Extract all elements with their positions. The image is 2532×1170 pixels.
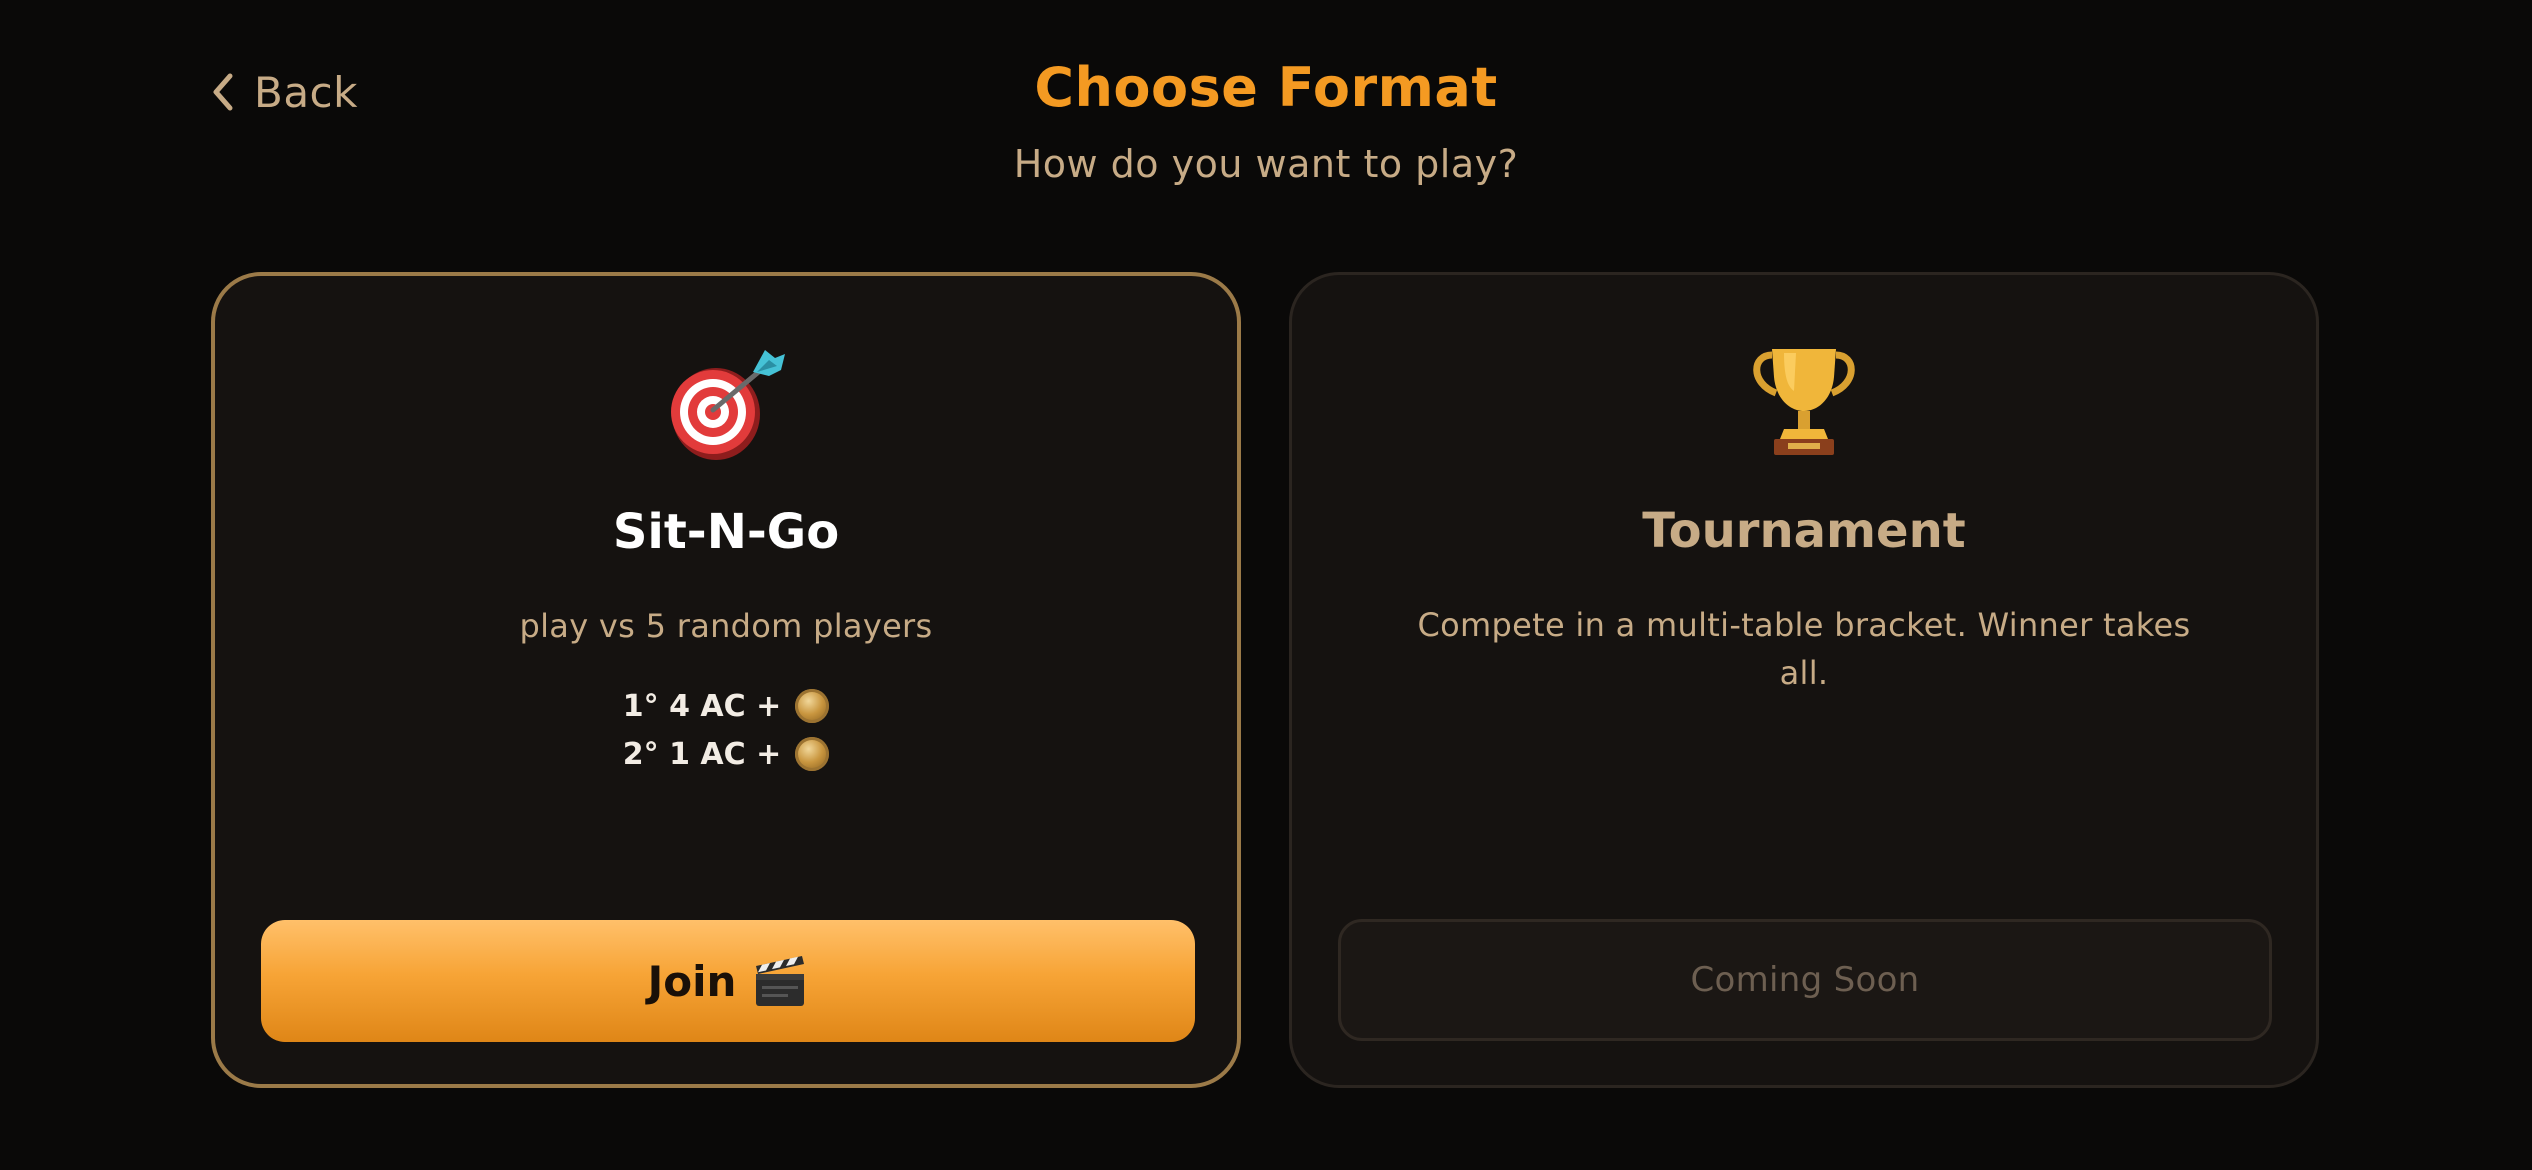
prize-first-label: 1° 4 AC + [622,688,782,724]
tournament-title: Tournament [1642,503,1966,559]
trophy-icon [1292,341,2316,471]
clapper-board-icon [756,956,805,1006]
sit-n-go-title: Sit-N-Go [612,504,840,560]
sit-n-go-card[interactable]: Sit-N-Go play vs 5 random players 1° 4 A… [211,272,1241,1088]
page-title: Choose Format [1034,56,1498,119]
prize-second-label: 2° 1 AC + [622,736,782,772]
page-subtitle: How do you want to play? [1013,142,1519,186]
tournament-description: Compete in a multi-table bracket. Winner… [1417,606,2191,692]
prize-row-second: 2° 1 AC + [622,736,830,772]
coming-soon-button: Coming Soon [1338,919,2272,1041]
prize-list: 1° 4 AC + 2° 1 AC + [215,688,1237,772]
coming-soon-label: Coming Soon [1690,960,1920,1000]
dart-target-icon [215,342,1237,472]
prize-row-first: 1° 4 AC + [622,688,830,724]
join-button-label: Join [647,956,737,1006]
coin-icon [795,737,830,771]
sit-n-go-description: play vs 5 random players [519,607,933,645]
join-button[interactable]: Join [261,920,1195,1042]
tournament-card: Tournament Compete in a multi-table brac… [1289,272,2319,1088]
coin-icon [795,689,830,723]
